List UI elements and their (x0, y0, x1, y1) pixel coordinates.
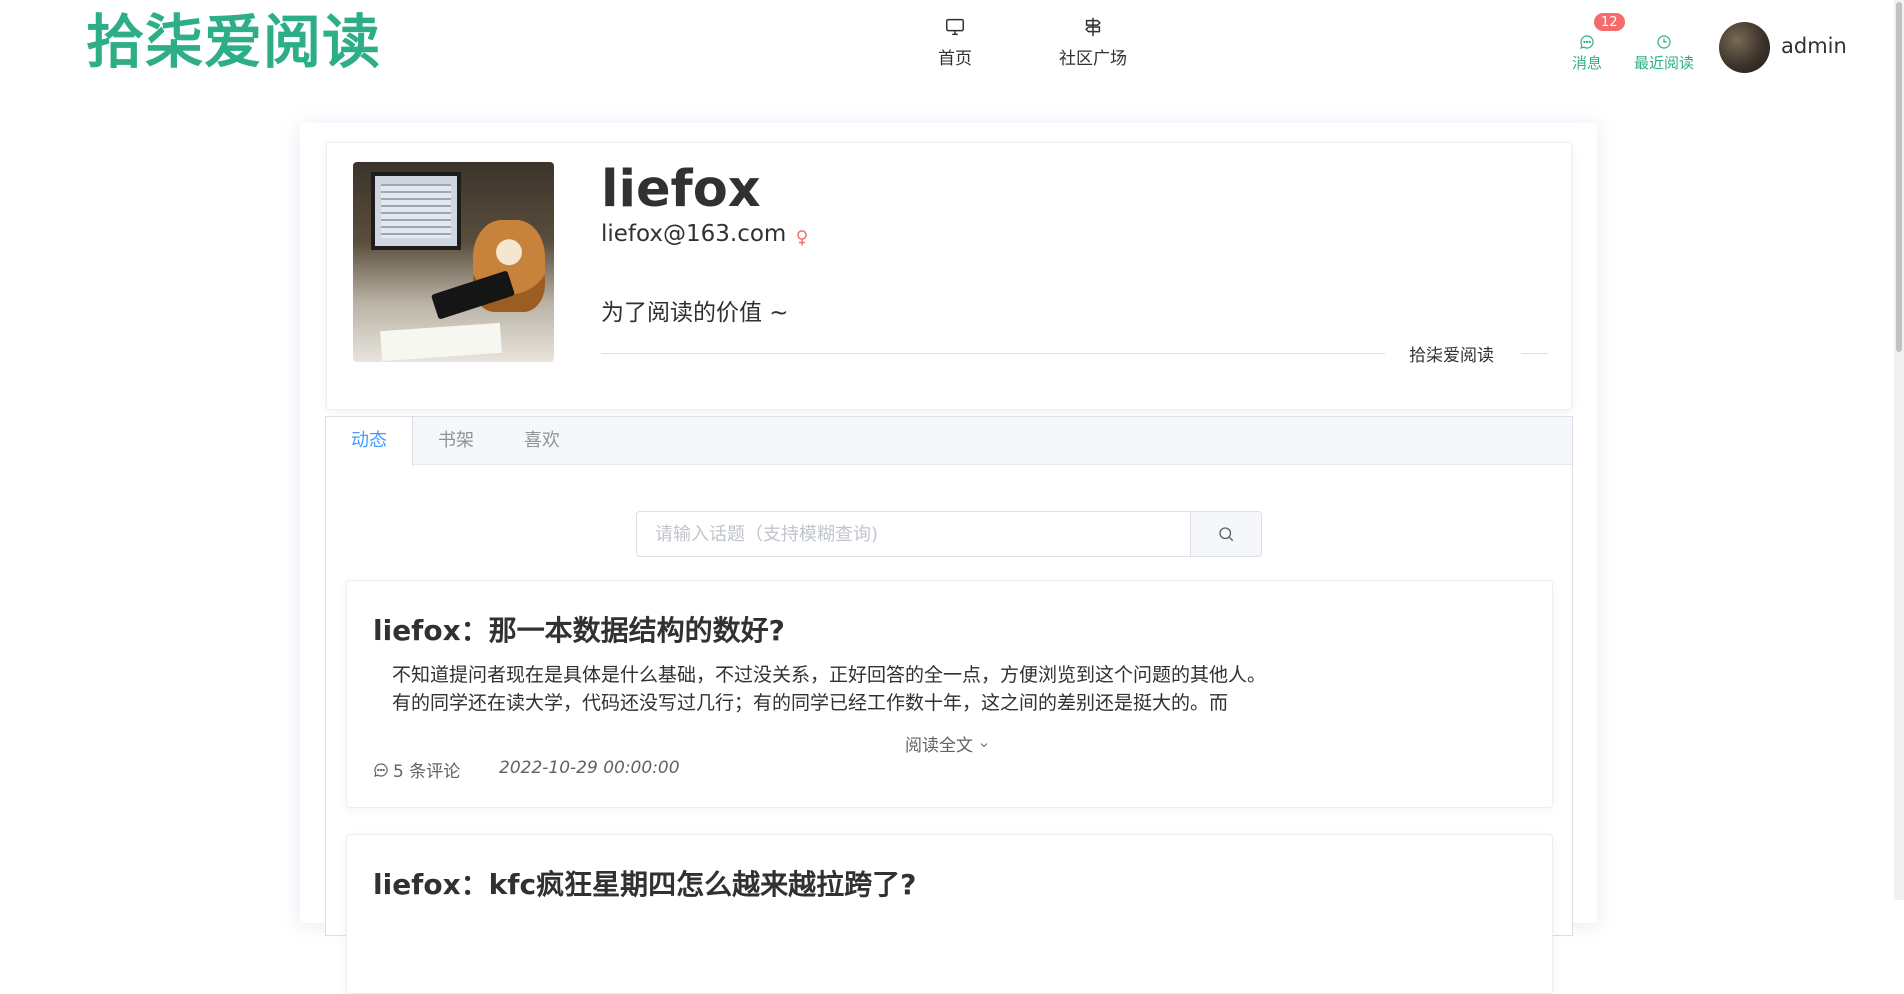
site-logo[interactable]: 拾柒爱阅读 (86, 6, 381, 78)
profile-name: liefox (601, 160, 761, 219)
tab-bar: 动态 书架 喜欢 (326, 417, 1572, 466)
chevron-down-icon (981, 743, 988, 748)
female-icon (797, 230, 807, 246)
tab-activity[interactable]: 动态 (326, 417, 413, 466)
messages-button[interactable]: 消息 (1570, 34, 1604, 73)
divider (601, 353, 1385, 354)
top-header: 拾柒爱阅读 首页 社区广场 消息 12 最近阅读 admin (0, 0, 1904, 96)
post-excerpt-line: 不知道提问者现在是具体是什么基础，不过没关系，正好回答的全一点，方便浏览到这个问… (392, 664, 1267, 686)
tab-bookshelf[interactable]: 书架 (413, 417, 499, 466)
page-scrollbar[interactable] (1894, 0, 1904, 900)
main-content: liefox liefox@163.com 为了阅读的价值 ~ 拾柒爱阅读 动态… (300, 123, 1597, 994)
tabs-container: 动态 书架 喜欢 liefox：那一本数据结构的数好? 不知道提问者现在是具体是… (325, 416, 1573, 994)
post-card: liefox：那一本数据结构的数好? 不知道提问者现在是具体是什么基础，不过没关… (346, 580, 1553, 808)
divider-text: 拾柒爱阅读 (1409, 346, 1494, 366)
topic-search (636, 511, 1262, 557)
nav-home[interactable]: 首页 (910, 16, 1000, 69)
search-icon (1219, 527, 1234, 542)
monitor-icon (946, 18, 964, 36)
recent-reading-button[interactable]: 最近阅读 (1632, 34, 1696, 73)
signpost-icon (1085, 17, 1101, 37)
post-title[interactable]: liefox：那一本数据结构的数好? (373, 609, 785, 649)
nav-community[interactable]: 社区广场 (1048, 16, 1138, 69)
read-more-link[interactable]: 阅读全文 (905, 731, 990, 756)
chat-bubble-icon (1580, 35, 1594, 49)
search-input[interactable] (637, 512, 1190, 556)
nav-community-label: 社区广场 (1059, 49, 1127, 69)
profile-photo (353, 162, 554, 362)
messages-label: 消息 (1571, 54, 1602, 72)
profile-card: liefox liefox@163.com 为了阅读的价值 ~ 拾柒爱阅读 (326, 142, 1572, 410)
search-button[interactable] (1190, 512, 1261, 556)
comment-count: 5 条评论 (393, 762, 461, 782)
profile-email: liefox@163.com (601, 221, 787, 247)
post-title[interactable]: liefox：kfc疯狂星期四怎么越来越拉跨了? (373, 863, 916, 903)
scrollbar-thumb[interactable] (1896, 2, 1902, 352)
divider-tail (1521, 353, 1548, 354)
clock-icon (1657, 35, 1671, 49)
message-count-badge: 12 (1593, 12, 1626, 32)
recent-reading-label: 最近阅读 (1633, 54, 1694, 72)
post-card: liefox：kfc疯狂星期四怎么越来越拉跨了? (346, 834, 1553, 994)
read-more-label: 阅读全文 (905, 736, 973, 756)
username[interactable]: admin (1781, 34, 1847, 58)
comments-link[interactable]: 5 条评论 (373, 757, 460, 782)
profile-motto: 为了阅读的价值 ~ (601, 300, 789, 326)
nav-home-label: 首页 (938, 49, 972, 69)
tab-likes[interactable]: 喜欢 (499, 417, 585, 466)
user-avatar[interactable] (1719, 22, 1770, 73)
post-excerpt-line: 有的同学还在读大学，代码还没写过几行；有的同学已经工作数十年，这之间的差别还是挺… (392, 692, 1229, 714)
post-excerpt: 不知道提问者现在是具体是什么基础，不过没关系，正好回答的全一点，方便浏览到这个问… (392, 661, 1392, 717)
comment-icon (374, 762, 388, 777)
post-date: 2022-10-29 00:00:00 (499, 758, 680, 778)
